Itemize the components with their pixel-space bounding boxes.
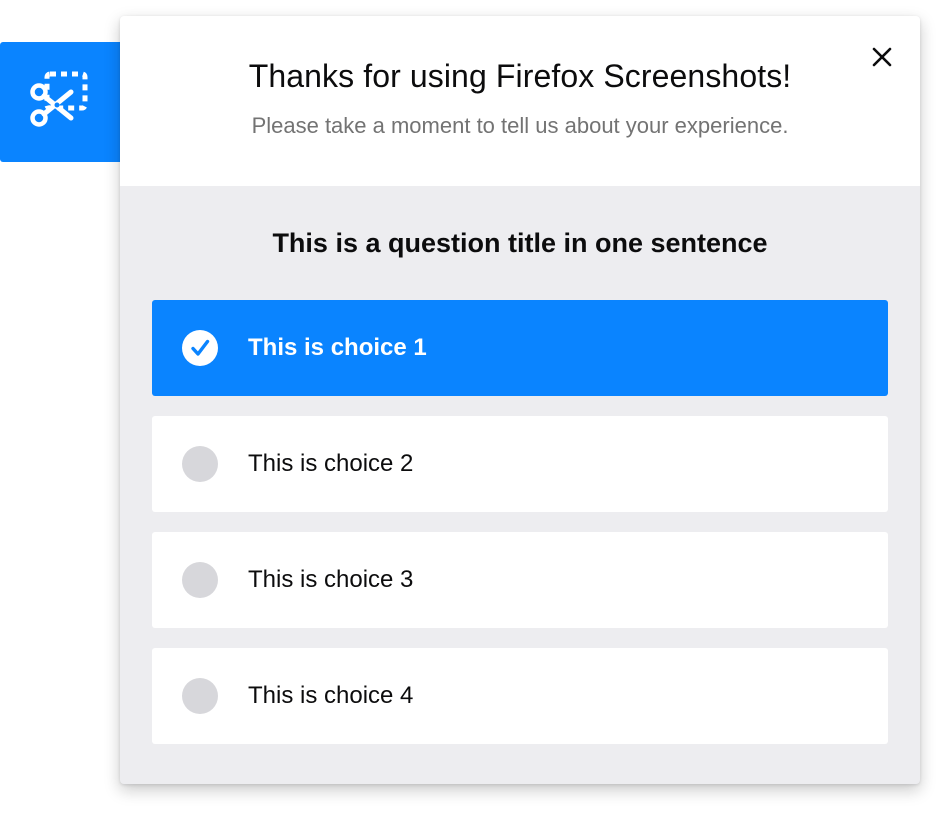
choice-option-4[interactable]: This is choice 4 (152, 648, 888, 744)
choice-option-3[interactable]: This is choice 3 (152, 532, 888, 628)
choice-list: This is choice 1 This is choice 2 This i… (152, 300, 888, 764)
screenshot-scissors-icon (30, 68, 91, 137)
survey-panel: Thanks for using Firefox Screenshots! Pl… (120, 16, 920, 784)
panel-header: Thanks for using Firefox Screenshots! Pl… (120, 16, 920, 186)
choice-label: This is choice 2 (248, 450, 414, 477)
checked-circle-icon (182, 330, 218, 366)
choice-label: This is choice 3 (248, 566, 414, 593)
choice-option-2[interactable]: This is choice 2 (152, 416, 888, 512)
choice-label: This is choice 1 (248, 334, 427, 361)
unchecked-circle-icon (182, 446, 218, 482)
close-button[interactable] (862, 38, 902, 78)
choice-label: This is choice 4 (248, 682, 414, 709)
screenshots-launcher-button[interactable] (0, 42, 122, 162)
unchecked-circle-icon (182, 678, 218, 714)
choice-option-1[interactable]: This is choice 1 (152, 300, 888, 396)
unchecked-circle-icon (182, 562, 218, 598)
panel-subtitle: Please take a moment to tell us about yo… (251, 113, 789, 138)
stage: Thanks for using Firefox Screenshots! Pl… (0, 0, 952, 832)
question-title: This is a question title in one sentence (272, 228, 768, 258)
close-icon (871, 46, 893, 71)
panel-title: Thanks for using Firefox Screenshots! (248, 58, 792, 94)
